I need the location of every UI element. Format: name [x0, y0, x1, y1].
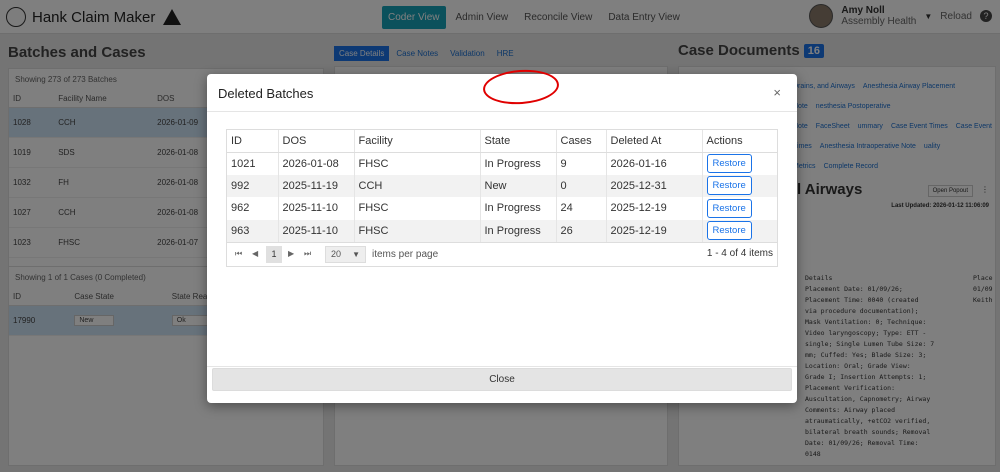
cell-facility: FHSC — [354, 152, 481, 175]
pager: ⏮ ◀ 1 ▶ ⏭ 20 ▼ items per page 1 - 4 of 4… — [227, 242, 777, 266]
pager-info: 1 - 4 of 4 items — [706, 248, 773, 259]
cell-cases: 24 — [556, 197, 607, 220]
cell-id: 963 — [227, 219, 279, 242]
column-header-id[interactable]: ID — [227, 130, 279, 153]
chevron-down-icon: ▼ — [352, 250, 360, 259]
page-size-value: 20 — [331, 249, 342, 259]
table-row: 992 2025-11-19 CCH New 0 2025-12-31 Rest… — [227, 174, 777, 197]
cell-facility: CCH — [354, 174, 481, 197]
cell-actions: Restore — [702, 219, 777, 242]
column-header-actions: Actions — [702, 130, 777, 153]
deleted-batches-modal: Deleted Batches × ID DOS Facility State … — [207, 74, 797, 403]
cell-id: 962 — [227, 197, 279, 220]
column-header-cases[interactable]: Cases — [556, 130, 607, 153]
cell-deleted-at: 2026-01-16 — [606, 152, 703, 175]
column-header-dos[interactable]: DOS — [278, 130, 355, 153]
modal-header: Deleted Batches × — [207, 74, 797, 112]
cell-dos: 2025-11-10 — [278, 197, 355, 220]
table-row: 1021 2026-01-08 FHSC In Progress 9 2026-… — [227, 152, 777, 175]
cell-deleted-at: 2025-12-19 — [606, 219, 703, 242]
cell-id: 992 — [227, 174, 279, 197]
column-header-state[interactable]: State — [480, 130, 557, 153]
table-row: 962 2025-11-10 FHSC In Progress 24 2025-… — [227, 197, 777, 220]
cell-cases: 26 — [556, 219, 607, 242]
first-page-icon[interactable]: ⏮ — [235, 249, 242, 259]
prev-page-icon[interactable]: ◀ — [252, 249, 258, 258]
deleted-batches-grid: ID DOS Facility State Cases Deleted At A… — [226, 129, 778, 267]
cell-cases: 0 — [556, 174, 607, 197]
column-header-facility[interactable]: Facility — [354, 130, 481, 153]
column-header-deleted-at[interactable]: Deleted At — [606, 130, 703, 153]
table-row: 963 2025-11-10 FHSC In Progress 26 2025-… — [227, 219, 777, 242]
cell-actions: Restore — [702, 174, 777, 197]
last-page-icon[interactable]: ⏭ — [304, 249, 311, 259]
cell-dos: 2025-11-10 — [278, 219, 355, 242]
cell-cases: 9 — [556, 152, 607, 175]
cell-state: New — [480, 174, 557, 197]
grid-header-row: ID DOS Facility State Cases Deleted At A… — [227, 130, 777, 153]
close-button[interactable]: Close — [212, 368, 792, 391]
page-size-select[interactable]: 20 ▼ — [325, 246, 366, 263]
cell-state: In Progress — [480, 219, 557, 242]
items-per-page-label: items per page — [372, 249, 439, 260]
cell-dos: 2026-01-08 — [278, 152, 355, 175]
close-icon[interactable]: × — [773, 85, 781, 100]
cell-state: In Progress — [480, 152, 557, 175]
restore-button[interactable]: Restore — [706, 176, 752, 196]
cell-state: In Progress — [480, 197, 557, 220]
cell-deleted-at: 2025-12-19 — [606, 197, 703, 220]
modal-footer: Close — [207, 366, 797, 403]
modal-title: Deleted Batches — [218, 86, 314, 101]
cell-facility: FHSC — [354, 219, 481, 242]
next-page-icon[interactable]: ▶ — [288, 249, 294, 258]
cell-actions: Restore — [702, 152, 777, 175]
current-page-button[interactable]: 1 — [266, 246, 282, 263]
restore-button[interactable]: Restore — [706, 221, 752, 241]
cell-deleted-at: 2025-12-31 — [606, 174, 703, 197]
restore-button[interactable]: Restore — [706, 154, 752, 173]
cell-actions: Restore — [702, 197, 777, 220]
cell-dos: 2025-11-19 — [278, 174, 355, 197]
restore-button[interactable]: Restore — [706, 198, 752, 218]
cell-facility: FHSC — [354, 197, 481, 220]
cell-id: 1021 — [227, 152, 279, 175]
